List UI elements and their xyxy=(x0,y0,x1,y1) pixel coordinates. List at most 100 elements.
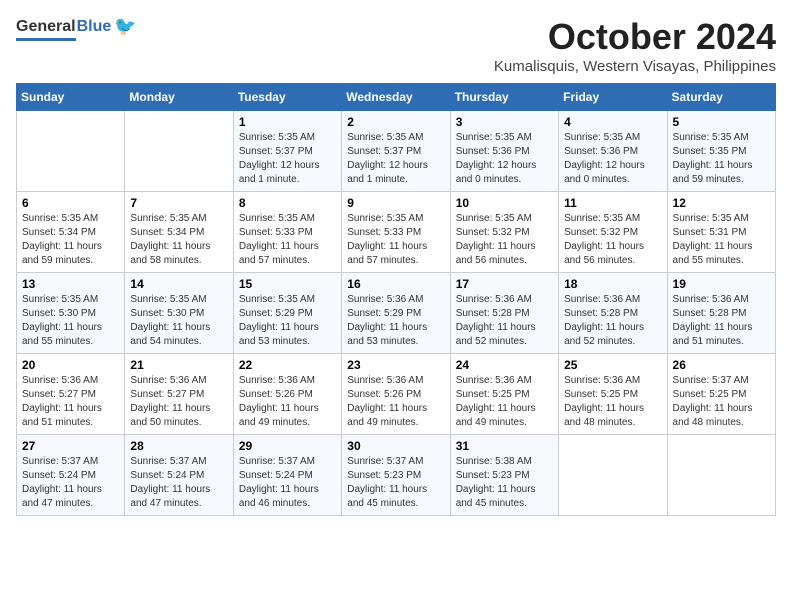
day-number: 21 xyxy=(130,358,227,372)
day-cell: 13 Sunrise: 5:35 AMSunset: 5:30 PMDayligh… xyxy=(17,273,125,354)
day-cell: 31 Sunrise: 5:38 AMSunset: 5:23 PMDayligh… xyxy=(450,435,558,516)
day-cell: 30Sunrise: 5:37 AMSunset: 5:23 PMDayligh… xyxy=(342,435,450,516)
day-cell: 10 Sunrise: 5:35 AMSunset: 5:32 PMDayligh… xyxy=(450,192,558,273)
day-info: Sunrise: 5:36 AMSunset: 5:28 PMDaylight:… xyxy=(456,293,553,349)
header-cell-friday: Friday xyxy=(559,84,667,111)
day-info: Sunrise: 5:35 AMSunset: 5:29 PMDaylight:… xyxy=(239,293,336,349)
day-number: 11 xyxy=(564,196,661,210)
day-info: Sunrise: 5:35 AMSunset: 5:30 PMDaylight:… xyxy=(130,293,227,349)
day-info: Sunrise: 5:35 AMSunset: 5:30 PMDaylight:… xyxy=(22,293,119,349)
day-info: Sunrise: 5:35 AMSunset: 5:35 PMDaylight:… xyxy=(673,131,770,187)
calendar-table: SundayMondayTuesdayWednesdayThursdayFrid… xyxy=(16,83,776,516)
day-number: 16 xyxy=(347,277,444,291)
day-cell: 7 Sunrise: 5:35 AMSunset: 5:34 PMDaylight… xyxy=(125,192,233,273)
day-number: 4 xyxy=(564,115,661,129)
day-cell: 6 Sunrise: 5:35 AMSunset: 5:34 PMDaylight… xyxy=(17,192,125,273)
month-title: October 2024 xyxy=(494,16,776,58)
day-number: 20 xyxy=(22,358,119,372)
day-cell: 21Sunrise: 5:36 AMSunset: 5:27 PMDayligh… xyxy=(125,354,233,435)
day-cell: 18 Sunrise: 5:36 AMSunset: 5:28 PMDayligh… xyxy=(559,273,667,354)
day-number: 31 xyxy=(456,439,553,453)
day-cell: 9Sunrise: 5:35 AMSunset: 5:33 PMDaylight… xyxy=(342,192,450,273)
day-number: 17 xyxy=(456,277,553,291)
day-cell xyxy=(125,111,233,192)
day-info: Sunrise: 5:35 AMSunset: 5:31 PMDaylight:… xyxy=(673,212,770,268)
header-cell-tuesday: Tuesday xyxy=(233,84,341,111)
day-number: 26 xyxy=(673,358,770,372)
day-cell: 28 Sunrise: 5:37 AMSunset: 5:24 PMDayligh… xyxy=(125,435,233,516)
day-number: 13 xyxy=(22,277,119,291)
day-info: Sunrise: 5:35 AMSunset: 5:36 PMDaylight:… xyxy=(456,131,553,187)
day-info: Sunrise: 5:35 AMSunset: 5:33 PMDaylight:… xyxy=(239,212,336,268)
day-number: 18 xyxy=(564,277,661,291)
day-info: Sunrise: 5:35 AMSunset: 5:32 PMDaylight:… xyxy=(456,212,553,268)
day-cell xyxy=(559,435,667,516)
day-cell: 15 Sunrise: 5:35 AMSunset: 5:29 PMDayligh… xyxy=(233,273,341,354)
week-row-3: 13 Sunrise: 5:35 AMSunset: 5:30 PMDayligh… xyxy=(17,273,776,354)
day-number: 29 xyxy=(239,439,336,453)
day-info: Sunrise: 5:37 AMSunset: 5:24 PMDaylight:… xyxy=(239,455,336,511)
logo-blue-text: Blue xyxy=(77,18,112,36)
day-info: Sunrise: 5:36 AMSunset: 5:26 PMDaylight:… xyxy=(347,374,444,430)
day-cell: 27Sunrise: 5:37 AMSunset: 5:24 PMDayligh… xyxy=(17,435,125,516)
logo: General Blue 🐦 xyxy=(16,16,137,41)
day-number: 1 xyxy=(239,115,336,129)
header-cell-thursday: Thursday xyxy=(450,84,558,111)
day-info: Sunrise: 5:35 AMSunset: 5:32 PMDaylight:… xyxy=(564,212,661,268)
day-cell: 4 Sunrise: 5:35 AMSunset: 5:36 PMDaylight… xyxy=(559,111,667,192)
day-cell xyxy=(17,111,125,192)
day-info: Sunrise: 5:36 AMSunset: 5:25 PMDaylight:… xyxy=(456,374,553,430)
day-cell: 16 Sunrise: 5:36 AMSunset: 5:29 PMDayligh… xyxy=(342,273,450,354)
day-info: Sunrise: 5:37 AMSunset: 5:25 PMDaylight:… xyxy=(673,374,770,430)
day-number: 2 xyxy=(347,115,444,129)
day-info: Sunrise: 5:37 AMSunset: 5:23 PMDaylight:… xyxy=(347,455,444,511)
day-cell xyxy=(667,435,775,516)
logo-bird-icon: 🐦 xyxy=(114,16,136,37)
day-number: 25 xyxy=(564,358,661,372)
day-info: Sunrise: 5:36 AMSunset: 5:25 PMDaylight:… xyxy=(564,374,661,430)
header-cell-wednesday: Wednesday xyxy=(342,84,450,111)
day-cell: 2Sunrise: 5:35 AMSunset: 5:37 PMDaylight… xyxy=(342,111,450,192)
day-number: 19 xyxy=(673,277,770,291)
day-info: Sunrise: 5:38 AMSunset: 5:23 PMDaylight:… xyxy=(456,455,553,511)
day-info: Sunrise: 5:35 AMSunset: 5:33 PMDaylight:… xyxy=(347,212,444,268)
day-info: Sunrise: 5:35 AMSunset: 5:34 PMDaylight:… xyxy=(130,212,227,268)
day-number: 5 xyxy=(673,115,770,129)
location-title: Kumalisquis, Western Visayas, Philippine… xyxy=(494,58,776,75)
day-cell: 17 Sunrise: 5:36 AMSunset: 5:28 PMDayligh… xyxy=(450,273,558,354)
day-cell: 5 Sunrise: 5:35 AMSunset: 5:35 PMDaylight… xyxy=(667,111,775,192)
day-info: Sunrise: 5:36 AMSunset: 5:29 PMDaylight:… xyxy=(347,293,444,349)
day-cell: 3 Sunrise: 5:35 AMSunset: 5:36 PMDaylight… xyxy=(450,111,558,192)
day-cell: 8 Sunrise: 5:35 AMSunset: 5:33 PMDaylight… xyxy=(233,192,341,273)
day-info: Sunrise: 5:36 AMSunset: 5:26 PMDaylight:… xyxy=(239,374,336,430)
week-row-5: 27 Sunrise: 5:37 AMSunset: 5:24 PMDayligh… xyxy=(17,435,776,516)
day-info: Sunrise: 5:37 AMSunset: 5:24 PMDaylight:… xyxy=(130,455,227,511)
day-cell: 20Sunrise: 5:36 AMSunset: 5:27 PMDayligh… xyxy=(17,354,125,435)
header-cell-saturday: Saturday xyxy=(667,84,775,111)
day-cell: 22 Sunrise: 5:36 AMSunset: 5:26 PMDayligh… xyxy=(233,354,341,435)
logo-general: General xyxy=(16,18,76,36)
day-cell: 24Sunrise: 5:36 AMSunset: 5:25 PMDayligh… xyxy=(450,354,558,435)
day-number: 6 xyxy=(22,196,119,210)
day-info: Sunrise: 5:36 AMSunset: 5:28 PMDaylight:… xyxy=(564,293,661,349)
day-info: Sunrise: 5:36 AMSunset: 5:28 PMDaylight:… xyxy=(673,293,770,349)
day-number: 7 xyxy=(130,196,227,210)
day-cell: 19 Sunrise: 5:36 AMSunset: 5:28 PMDayligh… xyxy=(667,273,775,354)
day-number: 28 xyxy=(130,439,227,453)
day-number: 8 xyxy=(239,196,336,210)
day-number: 27 xyxy=(22,439,119,453)
day-cell: 14Sunrise: 5:35 AMSunset: 5:30 PMDayligh… xyxy=(125,273,233,354)
day-number: 3 xyxy=(456,115,553,129)
day-cell: 12Sunrise: 5:35 AMSunset: 5:31 PMDayligh… xyxy=(667,192,775,273)
title-section: October 2024 Kumalisquis, Western Visaya… xyxy=(494,16,776,75)
day-number: 15 xyxy=(239,277,336,291)
day-info: Sunrise: 5:35 AMSunset: 5:36 PMDaylight:… xyxy=(564,131,661,187)
day-number: 10 xyxy=(456,196,553,210)
header-row: SundayMondayTuesdayWednesdayThursdayFrid… xyxy=(17,84,776,111)
week-row-1: 1Sunrise: 5:35 AMSunset: 5:37 PMDaylight… xyxy=(17,111,776,192)
page-header: General Blue 🐦 October 2024 Kumalisquis,… xyxy=(16,16,776,75)
day-number: 23 xyxy=(347,358,444,372)
day-cell: 29 Sunrise: 5:37 AMSunset: 5:24 PMDayligh… xyxy=(233,435,341,516)
day-info: Sunrise: 5:35 AMSunset: 5:34 PMDaylight:… xyxy=(22,212,119,268)
day-number: 22 xyxy=(239,358,336,372)
